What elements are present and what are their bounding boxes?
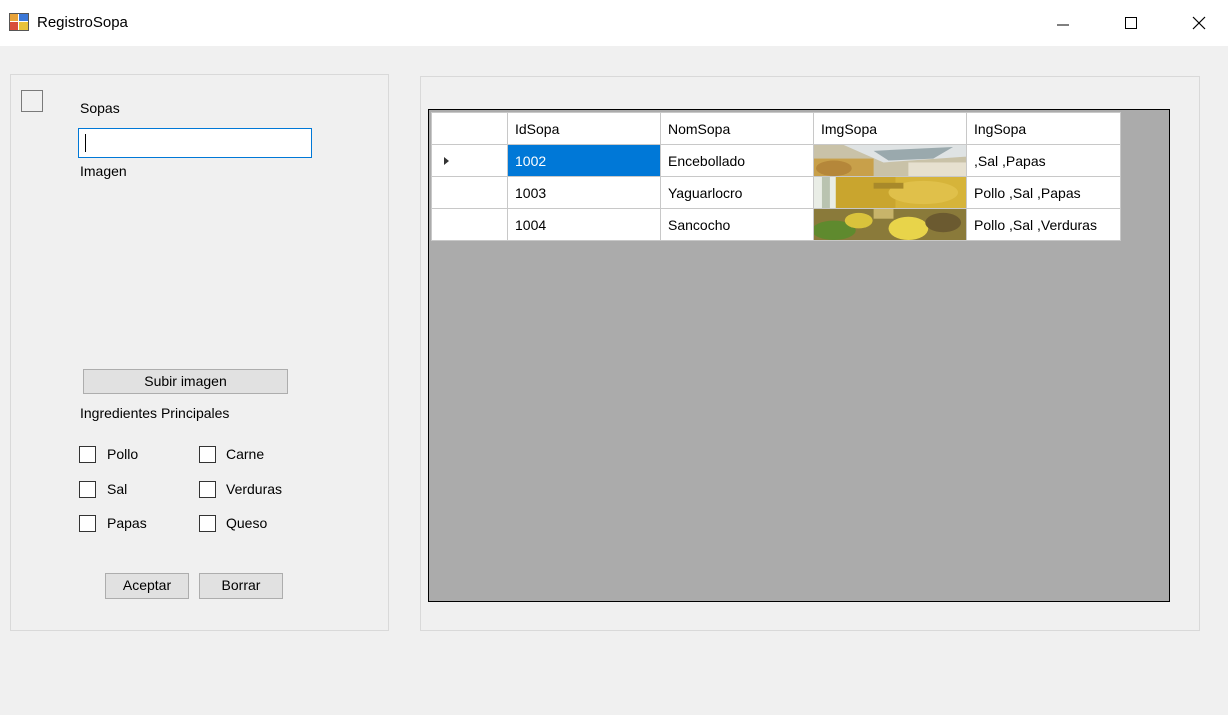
close-button[interactable] — [1176, 0, 1222, 46]
row-header[interactable] — [431, 176, 508, 209]
soups-data-grid[interactable]: IdSopa NomSopa ImgSopa IngSopa 1002 Ence… — [428, 109, 1170, 602]
table-row[interactable]: 1002 Encebollado ,Sal ,Papas — [431, 144, 1121, 177]
current-row-arrow-icon — [444, 157, 449, 165]
column-header-nomsopa[interactable]: NomSopa — [660, 112, 814, 145]
checkbox-label-carne: Carne — [226, 446, 265, 462]
checkbox-label-queso: Queso — [226, 515, 268, 531]
cell-nomsopa[interactable]: Yaguarlocro — [660, 176, 814, 209]
checkbox-label-sal: Sal — [107, 481, 128, 497]
close-icon — [1192, 16, 1206, 30]
table-row[interactable]: 1004 Sancocho Pollo ,Sal ,Verduras — [431, 208, 1121, 241]
grid-corner-header — [431, 112, 508, 145]
cell-nomsopa[interactable]: Encebollado — [660, 144, 814, 177]
column-header-imgsopa[interactable]: ImgSopa — [813, 112, 967, 145]
cell-nomsopa[interactable]: Sancocho — [660, 208, 814, 241]
cell-imgsopa[interactable] — [813, 176, 967, 209]
upload-image-button[interactable]: Subir imagen — [83, 369, 288, 394]
image-preview-box — [21, 90, 43, 112]
accept-button[interactable]: Aceptar — [105, 573, 189, 599]
checkbox-verduras[interactable] — [199, 481, 216, 498]
soup-thumbnail-yaguarlocro — [814, 177, 966, 208]
window-title: RegistroSopa — [37, 14, 128, 31]
cell-idsopa[interactable]: 1002 — [507, 144, 661, 177]
checkbox-label-verduras: Verduras — [226, 481, 283, 497]
sopas-input[interactable] — [78, 128, 312, 158]
checkbox-papas[interactable] — [79, 515, 96, 532]
maximize-button[interactable] — [1108, 0, 1154, 46]
minimize-button[interactable] — [1040, 0, 1086, 46]
title-bar: RegistroSopa — [0, 0, 1228, 46]
header-row: IdSopa NomSopa ImgSopa IngSopa — [431, 112, 1121, 145]
delete-button[interactable]: Borrar — [199, 573, 283, 599]
checkbox-sal[interactable] — [79, 481, 96, 498]
cell-ingsopa[interactable]: Pollo ,Sal ,Verduras — [966, 208, 1121, 241]
table-row[interactable]: 1003 Yaguarlocro Pollo ,Sal ,Papas — [431, 176, 1121, 209]
cell-imgsopa[interactable] — [813, 144, 967, 177]
sopas-label: Sopas — [80, 100, 120, 116]
cell-ingsopa[interactable]: Pollo ,Sal ,Papas — [966, 176, 1121, 209]
soup-thumbnail-sancocho — [814, 209, 966, 240]
row-header[interactable] — [431, 144, 508, 177]
soup-thumbnail-encebollado — [814, 145, 966, 176]
cell-idsopa[interactable]: 1004 — [507, 208, 661, 241]
maximize-icon — [1125, 17, 1137, 29]
imagen-label: Imagen — [80, 163, 127, 179]
cell-imgsopa[interactable] — [813, 208, 967, 241]
checkbox-queso[interactable] — [199, 515, 216, 532]
text-caret — [85, 134, 86, 152]
cell-idsopa[interactable]: 1003 — [507, 176, 661, 209]
ingredients-label: Ingredientes Principales — [80, 405, 230, 421]
app-icon — [9, 13, 29, 31]
checkbox-carne[interactable] — [199, 446, 216, 463]
checkbox-pollo[interactable] — [79, 446, 96, 463]
column-header-ingsopa[interactable]: IngSopa — [966, 112, 1121, 145]
column-header-idsopa[interactable]: IdSopa — [507, 112, 661, 145]
checkbox-label-papas: Papas — [107, 515, 147, 531]
soups-table: IdSopa NomSopa ImgSopa IngSopa 1002 Ence… — [431, 112, 1121, 241]
checkbox-label-pollo: Pollo — [107, 446, 139, 462]
cell-ingsopa[interactable]: ,Sal ,Papas — [966, 144, 1121, 177]
row-header[interactable] — [431, 208, 508, 241]
minimize-icon — [1057, 24, 1069, 26]
